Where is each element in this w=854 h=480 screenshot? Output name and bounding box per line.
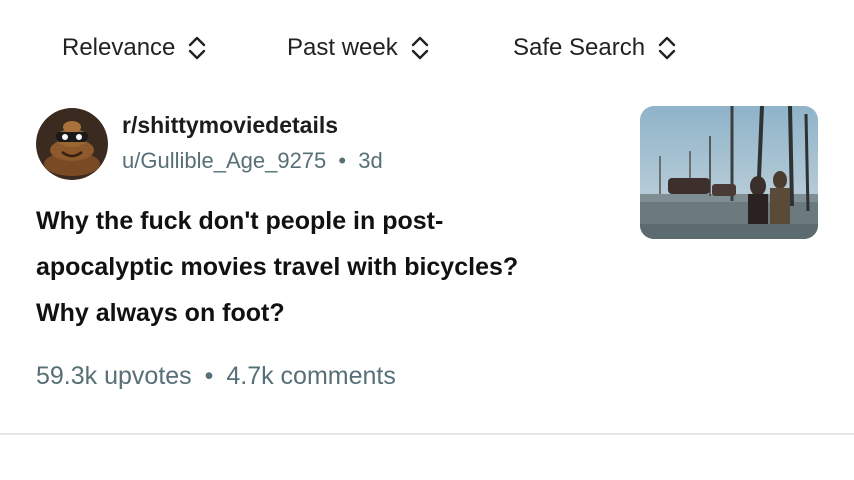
search-result-post[interactable]: r/shittymoviedetails u/Gullible_Age_9275… — [0, 100, 854, 400]
post-thumbnail[interactable] — [640, 106, 818, 239]
poop-emoji-icon — [36, 108, 108, 180]
post-title[interactable]: Why the fuck don't people in post-apocal… — [36, 198, 556, 336]
post-author[interactable]: u/Gullible_Age_9275 — [122, 148, 326, 173]
subreddit-name[interactable]: r/shittymoviedetails — [122, 112, 338, 139]
time-filter-dropdown[interactable]: Past week — [287, 28, 432, 68]
post-age: 3d — [358, 148, 383, 173]
safe-search-label: Safe Search — [513, 34, 646, 61]
up-down-chevron-icon — [658, 36, 676, 60]
post-stats: 59.3k upvotes • 4.7k comments — [36, 362, 396, 391]
up-down-chevron-icon — [411, 36, 428, 60]
sort-filter-dropdown[interactable]: Relevance — [62, 28, 209, 68]
comment-count[interactable]: 4.7k comments — [226, 362, 396, 390]
safe-search-dropdown[interactable]: Safe Search — [513, 28, 679, 68]
up-down-chevron-icon — [189, 36, 206, 60]
post-thumbnail-image — [640, 106, 818, 239]
result-divider — [0, 433, 854, 435]
stats-separator: • — [204, 362, 214, 390]
subreddit-avatar[interactable] — [36, 108, 108, 180]
upvote-count: 59.3k upvotes — [36, 362, 192, 390]
search-filter-bar: Relevance Past week Safe Search — [0, 28, 854, 68]
time-filter-label: Past week — [287, 34, 398, 61]
sort-filter-label: Relevance — [62, 34, 176, 61]
post-meta: u/Gullible_Age_9275 • 3d — [122, 148, 383, 174]
meta-separator: • — [338, 148, 347, 173]
